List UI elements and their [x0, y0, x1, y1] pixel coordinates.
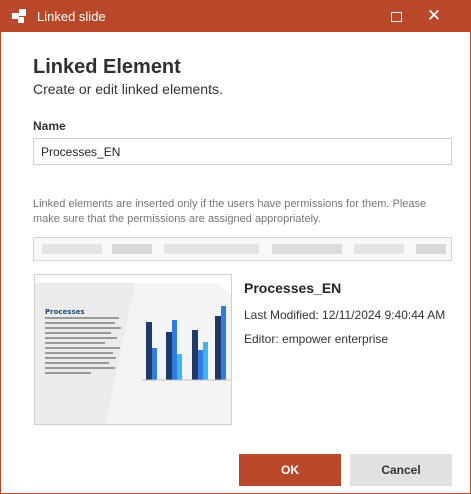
close-button[interactable]: ✕ [417, 1, 451, 32]
last-modified-text: Last Modified: 12/11/2024 9:40:44 AM [244, 308, 446, 322]
slide-preview-thumbnail: Processes [34, 274, 232, 425]
preview-file-name: Processes_EN [244, 280, 342, 296]
permission-info-text: Linked elements are inserted only if the… [33, 198, 427, 225]
cancel-button[interactable]: Cancel [350, 454, 452, 486]
dialog-subheading: Create or edit linked elements. [33, 81, 223, 97]
name-label: Name [33, 119, 66, 133]
window-title: Linked slide [37, 9, 106, 24]
close-icon: ✕ [426, 6, 442, 26]
maximize-icon [390, 11, 402, 22]
editor-text: Editor: empower enterprise [244, 332, 389, 346]
link-path-field[interactable] [33, 237, 452, 261]
title-bar[interactable]: Linked slide ✕ [1, 1, 470, 32]
slide-bar-chart [142, 306, 230, 381]
linked-slide-dialog: Linked slide ✕ Linked Element Create or … [0, 0, 471, 494]
dialog-heading: Linked Element [33, 56, 181, 78]
slide-body-text [45, 317, 123, 377]
ok-button[interactable]: OK [239, 454, 341, 486]
slide-title: Processes [45, 308, 85, 316]
linked-slide-app-icon [12, 9, 26, 23]
name-input[interactable] [33, 138, 452, 165]
maximize-button[interactable] [379, 1, 413, 32]
